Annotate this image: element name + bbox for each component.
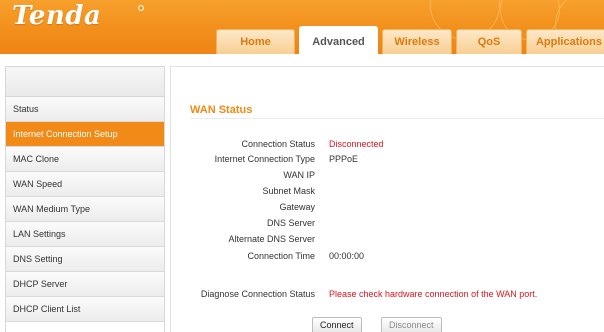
sidebar-item-wan-speed[interactable]: WAN Speed [6,172,164,197]
status-value: 00:00:00 [329,251,365,261]
status-row: Subnet Mask [171,184,604,198]
header-bar: Tenda Home Advanced Wireless QoS Applica… [0,0,604,54]
tab-qos[interactable]: QoS [456,29,522,54]
sidebar-item-dns-setting[interactable]: DNS Setting [6,247,164,272]
tab-home[interactable]: Home [216,29,295,54]
sidebar-item-dhcp-client-list[interactable]: DHCP Client List [6,297,164,322]
disconnect-button[interactable]: Disconnect [381,317,442,332]
sidebar-item-status[interactable]: Status [6,97,164,122]
status-row: DNS Server [171,216,604,230]
status-label: Gateway [279,202,315,212]
diagnose-row: Diagnose Connection Status Please check … [171,287,604,301]
status-row: Internet Connection Type PPPoE [171,152,604,166]
status-label: WAN IP [283,170,315,180]
diagnose-label: Diagnose Connection Status [200,289,315,299]
status-label: Connection Status [241,139,315,149]
tab-advanced[interactable]: Advanced [299,26,378,54]
sidebar-item-internet-connection-setup[interactable]: Internet Connection Setup [6,122,164,147]
status-label: Internet Connection Type [214,154,315,164]
sidebar-item-wan-medium-type[interactable]: WAN Medium Type [6,197,164,222]
main-nav-tabs: Home Advanced Wireless QoS Applications [0,26,604,54]
status-value: PPPoE [329,154,359,164]
status-label: DNS Server [266,218,315,228]
status-label: Alternate DNS Server [228,234,315,244]
diagnose-message: Please check hardware connection of the … [329,289,538,299]
status-row: WAN IP [171,168,604,182]
page-title: WAN Status [190,104,253,116]
registered-mark-icon [138,5,144,11]
header-underline [0,54,604,66]
sidebar-item-lan-settings[interactable]: LAN Settings [6,222,164,247]
status-row: Gateway [171,200,604,214]
sidebar: Status Internet Connection Setup MAC Clo… [5,66,165,332]
sidebar-item-mac-clone[interactable]: MAC Clone [6,147,164,172]
status-label: Subnet Mask [262,186,315,196]
status-row: Alternate DNS Server [171,232,604,246]
tab-applications[interactable]: Applications [526,29,604,54]
status-value: Disconnected [329,139,384,149]
status-row: Connection Status Disconnected [171,137,604,151]
sidebar-item-dhcp-server[interactable]: DHCP Server [6,272,164,297]
tab-wireless[interactable]: Wireless [382,29,452,54]
title-divider [190,118,604,119]
sidebar-header [6,67,164,97]
status-label: Connection Time [247,251,315,261]
main-content: WAN Status Connection Status Disconnecte… [170,66,604,332]
status-row: Connection Time 00:00:00 [171,249,604,263]
connect-button[interactable]: Connect [312,317,362,332]
